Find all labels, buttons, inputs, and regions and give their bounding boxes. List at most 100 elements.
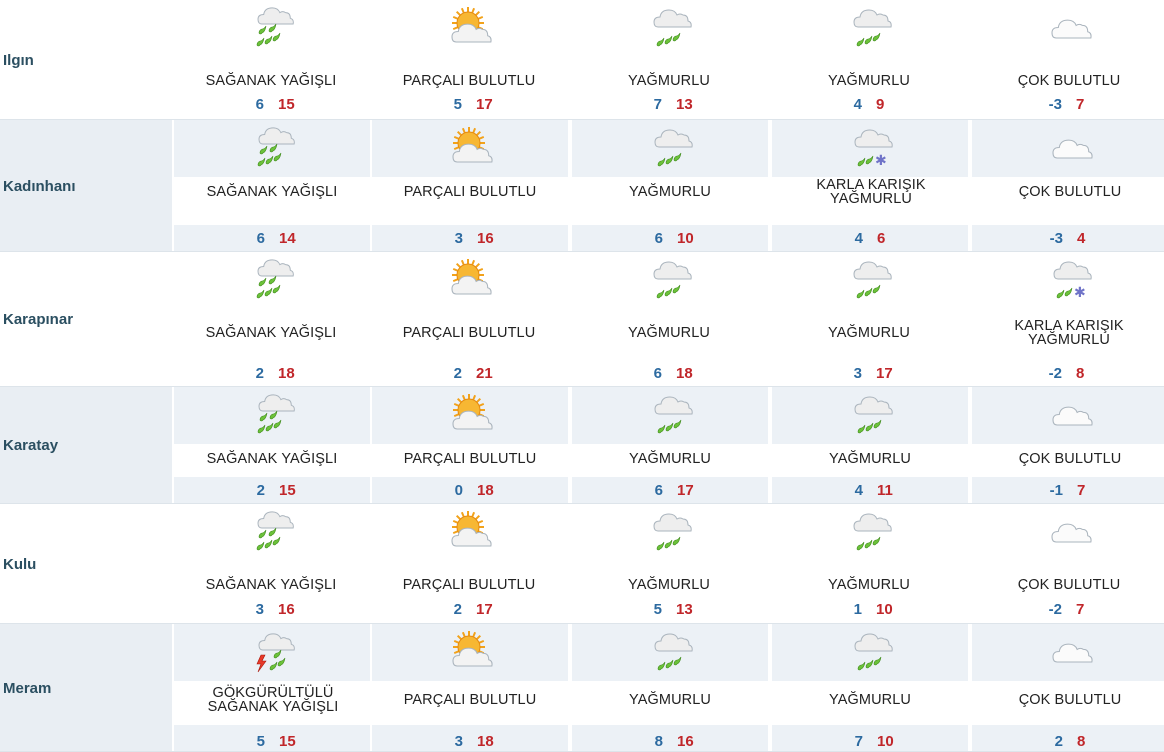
temperature-range: 28 [972,733,1164,750]
day-forecast-cell: ÇOK BULUTLU -3 7 [970,0,1164,120]
overcast-icon [1047,629,1093,673]
rain-icon [647,125,693,169]
rain-icon [646,509,692,553]
rain-icon [646,257,692,301]
temperature-range: 6 10 [572,230,768,247]
temperature-range: 8 16 [572,733,768,750]
day-forecast-cell: ✱ KARLA KARIŞIK YAĞMURLU 4 6 [770,120,968,252]
condition-label: PARÇALI BULUTLU [402,73,536,89]
max-temp: 17 [677,482,694,499]
condition-label: YAĞMURLU [828,577,910,593]
temperature-range: 5 17 [370,96,568,113]
day-forecast-cell: ✱ KARLA KARIŞIK YAĞMURLU -2 8 [970,252,1164,387]
max-temp: 16 [677,733,694,750]
max-temp: 7 [1076,601,1085,618]
svg-text:✱: ✱ [1074,285,1086,301]
max-temp: 16 [278,601,295,618]
condition-label: YAĞMURLU [829,692,911,708]
day-forecast-cell: YAĞMURLU 6 10 [570,120,768,252]
min-temp: 4 [853,96,862,113]
max-temp: 13 [676,96,693,113]
min-temp: 7 [854,733,863,750]
day-forecast-cell: YAĞMURLU 3 17 [770,252,968,387]
temperature-range: 7 10 [772,733,968,750]
min-temp: 4 [854,230,863,247]
overcast-icon [1047,392,1093,436]
min-temp: 7 [653,96,662,113]
min-temp: 5 [453,96,462,113]
min-temp: 3 [255,601,264,618]
temperature-range: 46 [772,230,968,247]
heavy-rain-icon [248,509,294,553]
min-temp: 6 [256,230,265,247]
temperature-range: 49 [770,96,968,113]
city-name: Kulu [3,555,37,573]
day-forecast-cell: ÇOK BULUTLU -2 7 [970,504,1164,624]
min-temp: 4 [854,482,863,499]
temperature-range: 2 18 [172,365,370,382]
day-forecasts: GÖKGÜRÜLTÜLÜ SAĞANAK YAĞIŞLI 5 15 PARÇALI … [172,624,1164,752]
temperature-range: 5 15 [174,733,370,750]
max-temp: 4 [1077,230,1086,247]
day-forecast-cell: YAĞMURLU 5 13 [570,504,768,624]
condition-label: SAĞANAK YAĞIŞLI [205,577,337,593]
city-row: Karatay SAĞANAK YAĞIŞLI 2 15 PARÇALI BULUT… [0,387,1164,504]
temperature-range: 3 17 [770,365,968,382]
min-temp: -2 [1048,601,1062,618]
rain-icon [647,392,693,436]
min-temp: 2 [1054,733,1063,750]
max-temp: 15 [279,733,296,750]
min-temp: 2 [453,601,462,618]
max-temp: 10 [677,230,694,247]
day-forecast-cell: YAĞMURLU 6 17 [570,387,768,504]
day-forecast-cell: ÇOK BULUTLU 2 8 [970,624,1164,752]
day-forecast-cell: YAĞMURLU 4 9 [770,0,968,120]
condition-label: SAĞANAK YAĞIŞLI [205,325,337,341]
temperature-range: 3 16 [372,230,568,247]
heavy-rain-icon [249,125,295,169]
sleet-icon: ✱ [847,125,893,169]
condition-label: YAĞMURLU [628,577,710,593]
temperature-range: 6 17 [572,482,768,499]
min-temp: 5 [256,733,265,750]
city-row: Karapınar SAĞANAK YAĞIŞLI 2 18 PARÇALI BUL… [0,252,1164,387]
max-temp: 15 [278,96,295,113]
city-name: Meram [0,624,172,752]
min-temp: 0 [454,482,463,499]
temperature-range: -3 4 [972,230,1164,247]
max-temp: 9 [876,96,885,113]
day-forecast-cell: YAĞMURLU 1 10 [770,504,968,624]
condition-label: ÇOK BULUTLU [1018,451,1122,467]
rain-icon [847,629,893,673]
day-forecast-cell: PARÇALI BULUTLU 2 21 [370,252,568,387]
day-forecast-cell: PARÇALI BULUTLU 3 18 [370,624,568,752]
condition-label: SAĞANAK YAĞIŞLI [205,73,337,89]
condition-label: GÖKGÜRÜLTÜLÜ SAĞANAK YAĞIŞLI [207,685,339,715]
rain-icon [846,5,892,49]
day-forecast-cell: YAĞMURLU 7 13 [570,0,768,120]
condition-label: PARÇALI BULUTLU [402,577,536,593]
condition-label: YAĞMURLU [629,451,711,467]
partly-cloudy-icon [446,257,492,301]
condition-label: YAĞMURLU [829,451,911,467]
rain-icon [646,5,692,49]
heavy-rain-icon [249,392,295,436]
partly-cloudy-icon [447,125,493,169]
day-forecast-cell: ÇOK BULUTLU -1 7 [970,387,1164,504]
temperature-range: 6 14 [174,230,370,247]
city-row: Kulu SAĞANAK YAĞIŞLI 3 16 PARÇALI BULUTLU 2… [0,504,1164,624]
max-temp: 18 [676,365,693,382]
temperature-range: 2 17 [370,601,568,618]
condition-label: PARÇALI BULUTLU [403,184,537,200]
condition-label: YAĞMURLU [828,325,910,341]
min-temp: -3 [1049,230,1063,247]
min-temp: 8 [654,733,663,750]
temperature-range: 4 11 [772,482,968,499]
temperature-range: 3 16 [172,601,370,618]
partly-cloudy-icon [446,509,492,553]
thunderstorm-icon [249,629,295,673]
max-temp: 10 [876,601,893,618]
min-temp: 6 [255,96,264,113]
min-temp: 3 [454,230,463,247]
max-temp: 17 [876,365,893,382]
